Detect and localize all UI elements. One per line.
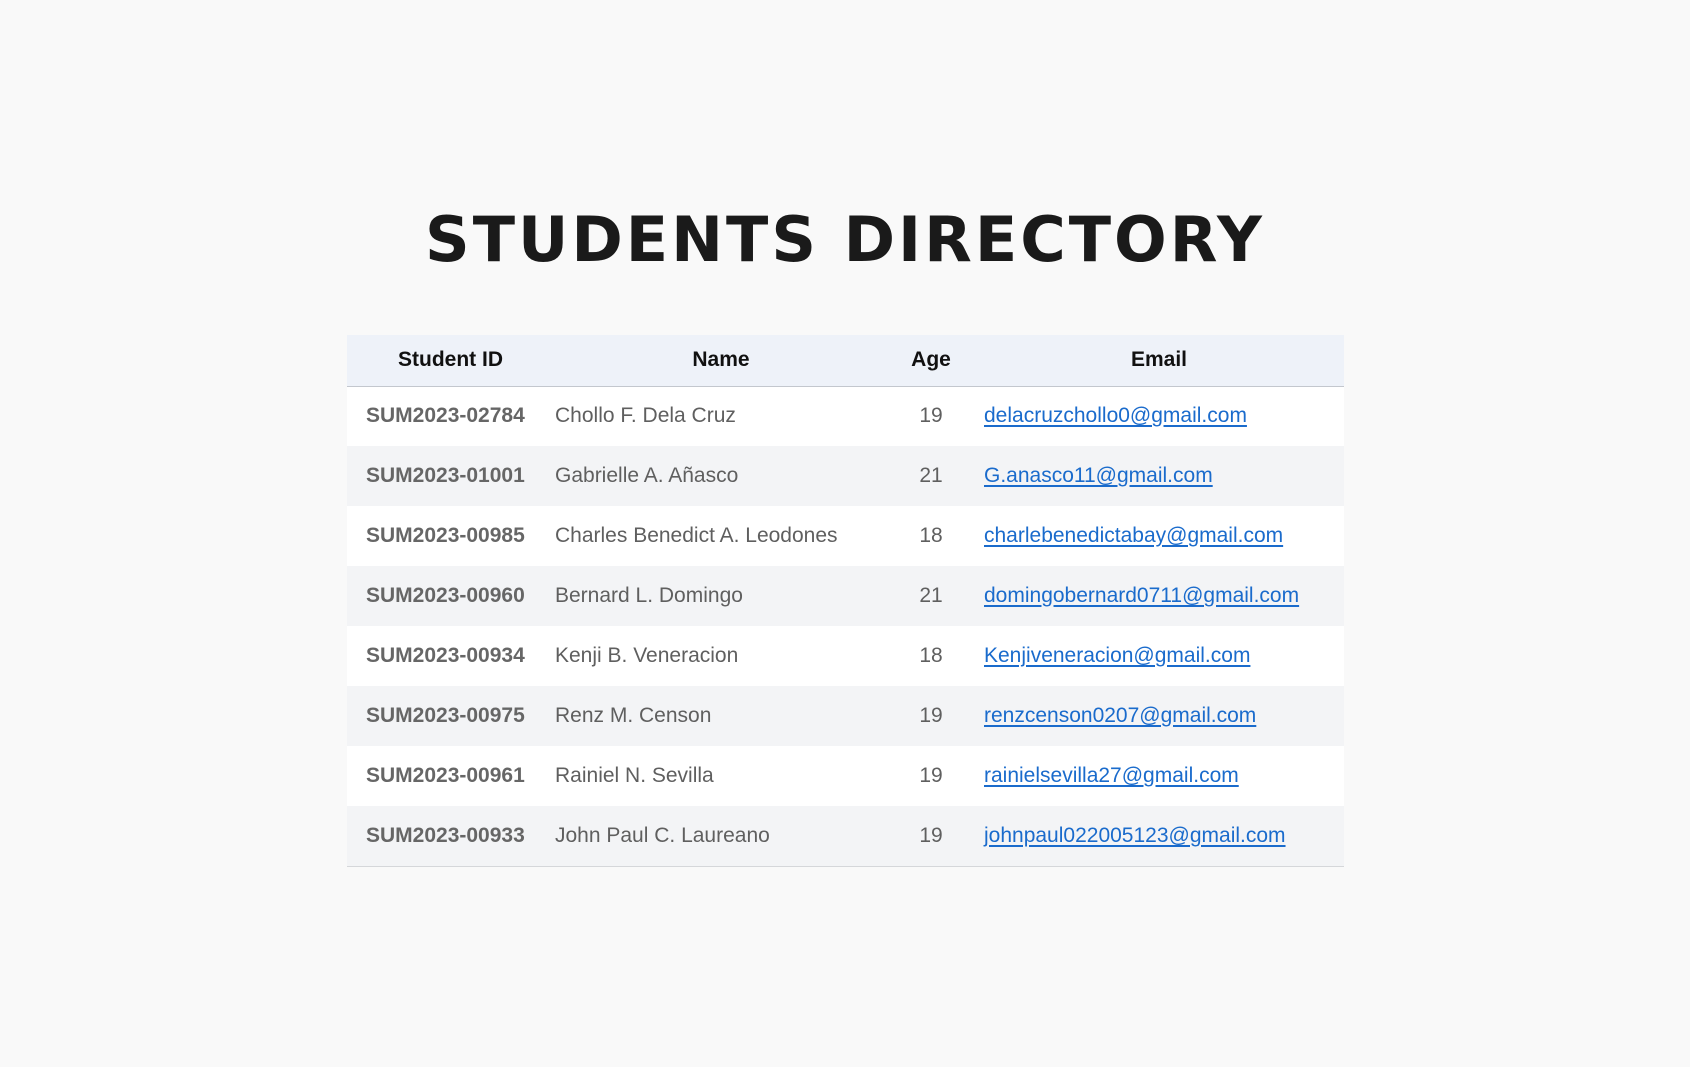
student-name-cell: Renz M. Censon bbox=[555, 704, 712, 727]
student-age-cell: 19 bbox=[919, 764, 943, 787]
student-id-cell: SUM2023-00961 bbox=[366, 764, 525, 787]
email-link[interactable]: johnpaul022005123@gmail.com bbox=[984, 824, 1286, 847]
student-name-cell: Chollo F. Dela Cruz bbox=[555, 404, 736, 428]
student-email-cell: rainielsevilla27@gmail.com bbox=[974, 746, 1344, 806]
table-header-row: Student ID Name Age Email bbox=[347, 335, 1344, 387]
student-email-cell: Kenjiveneracion@gmail.com bbox=[974, 626, 1344, 686]
student-name-cell: Charles Benedict A. Leodones bbox=[555, 524, 838, 547]
student-email-cell: charlebenedictabay@gmail.com bbox=[974, 506, 1344, 566]
student-age-cell: 18 bbox=[919, 524, 943, 547]
table-body: SUM2023-02784 Chollo F. Dela Cruz 19 del… bbox=[347, 386, 1344, 867]
student-name-cell: Gabrielle A. Añasco bbox=[555, 464, 739, 487]
student-age-cell: 19 bbox=[919, 404, 943, 428]
student-email-cell: domingobernard0711@gmail.com bbox=[974, 566, 1344, 626]
student-email-cell: renzcenson0207@gmail.com bbox=[974, 686, 1344, 746]
table-row: SUM2023-00960 Bernard L. Domingo 21 domi… bbox=[347, 566, 1344, 626]
email-link[interactable]: delacruzchollo0@gmail.com bbox=[984, 404, 1247, 427]
student-email-cell: G.anasco11@gmail.com bbox=[974, 446, 1344, 506]
email-link[interactable]: rainielsevilla27@gmail.com bbox=[984, 764, 1239, 787]
page-title: STUDENTS DIRECTORY bbox=[425, 203, 1265, 276]
student-id-cell: SUM2023-00975 bbox=[366, 704, 525, 727]
email-link[interactable]: Kenjiveneracion@gmail.com bbox=[984, 644, 1250, 667]
column-header-student-id: Student ID bbox=[347, 335, 554, 387]
column-header-name: Name bbox=[554, 335, 888, 387]
table-row: SUM2023-01001 Gabrielle A. Añasco 21 G.a… bbox=[347, 446, 1344, 506]
student-id-cell: SUM2023-02784 bbox=[366, 404, 525, 428]
table-row: SUM2023-00975 Renz M. Censon 19 renzcens… bbox=[347, 686, 1344, 746]
student-id-cell: SUM2023-01001 bbox=[366, 464, 525, 487]
student-age-cell: 18 bbox=[919, 644, 943, 667]
student-age-cell: 19 bbox=[919, 704, 943, 727]
column-header-age: Age bbox=[888, 335, 974, 387]
table-row: SUM2023-02784 Chollo F. Dela Cruz 19 del… bbox=[347, 386, 1344, 446]
student-email-cell: johnpaul022005123@gmail.com bbox=[974, 806, 1344, 867]
student-id-cell: SUM2023-00934 bbox=[366, 644, 525, 667]
student-name-cell: Bernard L. Domingo bbox=[555, 584, 743, 607]
table-row: SUM2023-00961 Rainiel N. Sevilla 19 rain… bbox=[347, 746, 1344, 806]
student-age-cell: 19 bbox=[888, 806, 974, 867]
student-email-cell: delacruzchollo0@gmail.com bbox=[974, 386, 1344, 446]
email-link[interactable]: G.anasco11@gmail.com bbox=[984, 464, 1213, 487]
student-id-cell: SUM2023-00933 bbox=[347, 806, 554, 867]
column-header-email: Email bbox=[974, 335, 1344, 387]
table-row: SUM2023-00934 Kenji B. Veneracion 18 Ken… bbox=[347, 626, 1344, 686]
email-link[interactable]: domingobernard0711@gmail.com bbox=[984, 584, 1299, 607]
student-name-cell: Rainiel N. Sevilla bbox=[555, 764, 714, 787]
student-age-cell: 21 bbox=[919, 464, 943, 487]
student-name-cell: Kenji B. Veneracion bbox=[555, 644, 739, 667]
table-header: Student ID Name Age Email bbox=[347, 335, 1344, 387]
students-table: Student ID Name Age Email SUM2023-02784 … bbox=[347, 335, 1344, 867]
email-link[interactable]: charlebenedictabay@gmail.com bbox=[984, 524, 1283, 547]
email-link[interactable]: renzcenson0207@gmail.com bbox=[984, 704, 1256, 727]
table-row: SUM2023-00933 John Paul C. Laureano 19 j… bbox=[347, 806, 1344, 867]
student-age-cell: 21 bbox=[919, 584, 943, 607]
table-row: SUM2023-00985 Charles Benedict A. Leodon… bbox=[347, 506, 1344, 566]
student-id-cell: SUM2023-00960 bbox=[366, 584, 525, 607]
student-id-cell: SUM2023-00985 bbox=[366, 524, 525, 547]
student-name-cell: John Paul C. Laureano bbox=[554, 806, 888, 867]
